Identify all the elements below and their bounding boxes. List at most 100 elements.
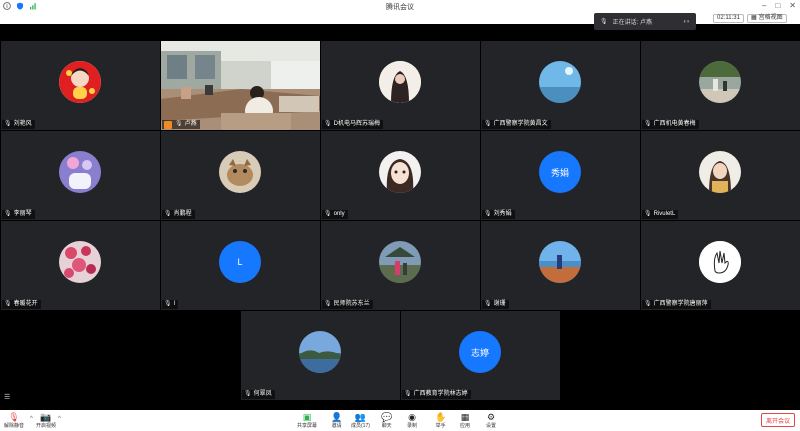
participant-tile[interactable]: 🎙 何翠凤: [241, 311, 400, 400]
view-mode-button[interactable]: ▦ 宫格视图: [747, 14, 787, 23]
share-label: 共享屏幕: [297, 423, 318, 429]
minimize-icon[interactable]: –: [762, 1, 766, 10]
mic-muted-icon: 🎙: [404, 391, 412, 397]
chevron-up-icon[interactable]: ^: [58, 416, 61, 422]
avatar: [699, 61, 741, 103]
mic-muted-icon: 🎙: [324, 211, 332, 217]
participant-name: 谢珊: [493, 301, 506, 307]
avatar: [379, 241, 421, 283]
avatar: [299, 331, 341, 373]
participant-name: 何翠凤: [253, 391, 272, 397]
participant-name: 春暖花开: [13, 301, 38, 307]
nameplate: 🎙 广西警察学院唐丽萍: [642, 300, 711, 309]
nameplate: 🎙 广西机电黄春梅: [642, 120, 699, 129]
invite-button[interactable]: 👤 邀请: [331, 412, 342, 429]
participant-tile[interactable]: 🎙 广西警察学院黄昌文: [481, 41, 640, 130]
chat-label: 聊天: [381, 423, 392, 429]
participant-tile[interactable]: 🎙 春暖花开: [1, 221, 160, 310]
maximize-icon[interactable]: □: [775, 1, 780, 10]
members-button[interactable]: 👥 成员(17): [351, 412, 370, 429]
avatar: [59, 241, 101, 283]
view-mode-label: 宫格视图: [758, 15, 783, 21]
add-user-icon: 👤: [331, 412, 343, 422]
mic-muted-icon: 🎙: [4, 301, 12, 307]
classroom-video: [161, 41, 320, 130]
leave-meeting-button[interactable]: 离开会议: [761, 413, 795, 427]
avatar: [539, 241, 581, 283]
avatar: [379, 151, 421, 193]
participant-tile[interactable]: 🎙 谢珊: [481, 221, 640, 310]
chat-button[interactable]: 💬 聊天: [381, 412, 392, 429]
participant-tile[interactable]: 🎙 肖鹏程: [161, 131, 320, 220]
participant-tile[interactable]: L 🎙 l: [161, 221, 320, 310]
nameplate: 🎙 RivuletL: [642, 210, 679, 219]
chevron-up-icon[interactable]: ^: [30, 416, 33, 422]
avatar: [699, 241, 741, 283]
nameplate: 🎙 only: [322, 210, 348, 219]
mic-muted-icon: 🎙: [164, 301, 172, 307]
participant-tile[interactable]: 🎙 刘艳风: [1, 41, 160, 130]
host-icon: [164, 120, 172, 129]
participant-name: 民师院苏东兰: [333, 301, 370, 307]
close-icon[interactable]: ✕: [789, 1, 796, 10]
mic-muted-icon: 🎙: [4, 121, 12, 127]
avatar: [539, 61, 581, 103]
participant-tile[interactable]: 志婷 🎙 广西教育学院林志婷: [401, 311, 560, 400]
unmute-button[interactable]: 🎙 解除静音: [4, 412, 24, 429]
nameplate: 🎙 广西教育学院林志婷: [402, 390, 471, 399]
avatar-initials: 志婷: [459, 331, 501, 373]
participant-tile[interactable]: 🎙 广西警察学院唐丽萍: [641, 221, 800, 310]
participant-name: 肖鹏程: [173, 211, 192, 217]
participant-tile[interactable]: 秀娟 🎙 刘秀娟: [481, 131, 640, 220]
start-video-button[interactable]: 📷 开启视频: [36, 412, 56, 429]
grid-icon: ▦: [751, 15, 757, 21]
participant-name: 卢燕: [184, 121, 197, 127]
mic-muted-icon: 🎙: [8, 412, 20, 422]
mic-muted-icon: 🎙: [484, 211, 492, 217]
participant-tile[interactable]: 🎙 only: [321, 131, 480, 220]
avatar-initials: 秀娟: [539, 151, 581, 193]
participant-name: only: [333, 211, 345, 217]
participant-name: D机电马辉苏瑞梅: [333, 121, 380, 127]
avatar-initials: L: [219, 241, 261, 283]
apps-button[interactable]: ▦ 应用: [460, 412, 470, 429]
share-screen-icon: ▣: [302, 412, 312, 422]
mic-muted-icon: 🎙: [644, 121, 652, 127]
speaking-indicator: 🎙 正在讲话: 卢燕 ◖◗: [594, 13, 696, 30]
participant-name: 李丽琴: [13, 211, 32, 217]
nameplate: 🎙 肖鹏程: [162, 210, 195, 219]
participant-name: 刘秀娟: [493, 211, 512, 217]
audio-wave-icon: ◖◗: [682, 18, 690, 25]
participant-tile[interactable]: 🎙 李丽琴: [1, 131, 160, 220]
raise-hand-button[interactable]: ✋ 举手: [435, 412, 446, 429]
video-grid: 🎙 刘艳风 🎙 卢燕 🎙 D机电马辉苏瑞梅 🎙 广西警察学院黄昌文 🎙 广西机电…: [0, 24, 800, 410]
avatar: [59, 61, 101, 103]
participant-tile-active[interactable]: 🎙 卢燕: [161, 41, 320, 130]
participant-name: 刘艳风: [13, 121, 32, 127]
participant-tile[interactable]: 🎙 广西机电黄春梅: [641, 41, 800, 130]
apps-label: 应用: [460, 423, 471, 429]
nameplate: 🎙 D机电马辉苏瑞梅: [322, 120, 383, 129]
avatar: [59, 151, 101, 193]
participant-tile[interactable]: 🎙 D机电马辉苏瑞梅: [321, 41, 480, 130]
nameplate: 🎙 民师院苏东兰: [322, 300, 373, 309]
mic-muted-icon: 🎙: [484, 301, 492, 307]
invite-label: 邀请: [331, 423, 342, 429]
members-icon: 👥: [354, 412, 367, 422]
window-controls: – □ ✕: [762, 1, 796, 10]
avatar: [379, 61, 421, 103]
record-button[interactable]: ◉ 录制: [407, 412, 417, 429]
avatar: [219, 151, 261, 193]
settings-button[interactable]: ⚙ 设置: [486, 412, 496, 429]
video-label: 开启视频: [36, 423, 57, 429]
mic-muted-icon: 🎙: [324, 121, 332, 127]
members-label: 成员(17): [351, 423, 370, 429]
list-icon[interactable]: ☰: [4, 393, 10, 401]
participant-tile[interactable]: 🎙 RivuletL: [641, 131, 800, 220]
mic-muted-icon: 🎙: [164, 211, 172, 217]
share-screen-button[interactable]: ▣ 共享屏幕: [297, 412, 317, 429]
participant-tile[interactable]: 🎙 民师院苏东兰: [321, 221, 480, 310]
camera-off-icon: 📷: [40, 412, 52, 422]
nameplate: 🎙 l: [162, 300, 178, 309]
bottom-toolbar: 🎙 解除静音 ^ 📷 开启视频 ^ ▣ 共享屏幕 👤 邀请 👥 成员(17) 💬…: [0, 410, 800, 431]
